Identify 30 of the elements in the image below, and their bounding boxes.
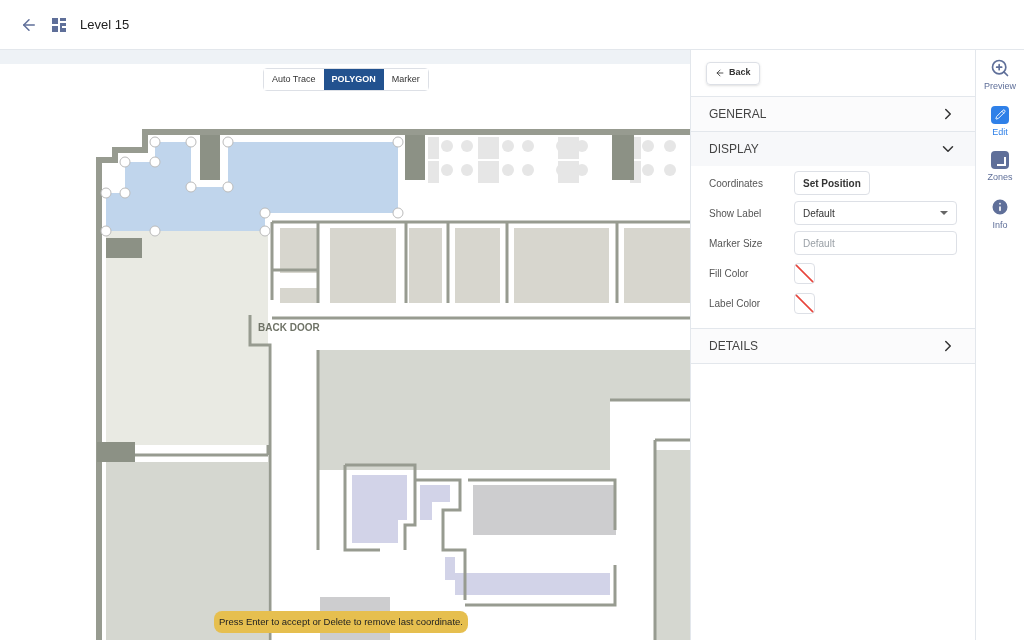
info-icon: [990, 196, 1010, 217]
rail-tab[interactable]: Preview: [984, 58, 1016, 94]
square-icon: [991, 151, 1009, 169]
rail-tab[interactable]: Zones: [987, 151, 1013, 185]
field-label: Fill Color: [709, 266, 750, 281]
marker-size-field[interactable]: Default: [794, 231, 957, 255]
pencil-icon: [991, 105, 1009, 124]
set-position-button[interactable]: Set Position: [794, 171, 870, 195]
selection-polygon[interactable]: [100, 136, 404, 237]
page-title: Level 15: [80, 15, 130, 34]
show-label-select[interactable]: Default: [794, 201, 957, 225]
accordion-header[interactable]: GENERAL: [691, 97, 975, 131]
field-label: Coordinates: [709, 176, 764, 191]
accordion-header[interactable]: DISPLAY: [691, 132, 975, 166]
field-label: Marker Size: [709, 236, 764, 251]
back-arrow-icon: [715, 68, 725, 78]
accordion-header[interactable]: DETAILS: [691, 329, 975, 363]
room-label: BACK DOOR: [258, 322, 320, 333]
rail-tab[interactable]: Info: [990, 196, 1010, 232]
field-label: Show Label: [709, 206, 763, 221]
field-label: Label Color: [709, 296, 762, 311]
color-swatch[interactable]: [794, 262, 815, 284]
floor-plan-icon: [52, 17, 66, 32]
hint-tooltip: Press Enter to accept or Delete to remove last coordinate.: [214, 611, 468, 633]
search-icon: [990, 58, 1010, 78]
mode-tab[interactable]: POLYGON: [323, 69, 384, 90]
color-swatch[interactable]: [794, 292, 815, 314]
rail-tab[interactable]: Edit: [991, 105, 1009, 139]
caret-icon: [940, 211, 948, 215]
back-button[interactable]: Back: [706, 61, 760, 85]
